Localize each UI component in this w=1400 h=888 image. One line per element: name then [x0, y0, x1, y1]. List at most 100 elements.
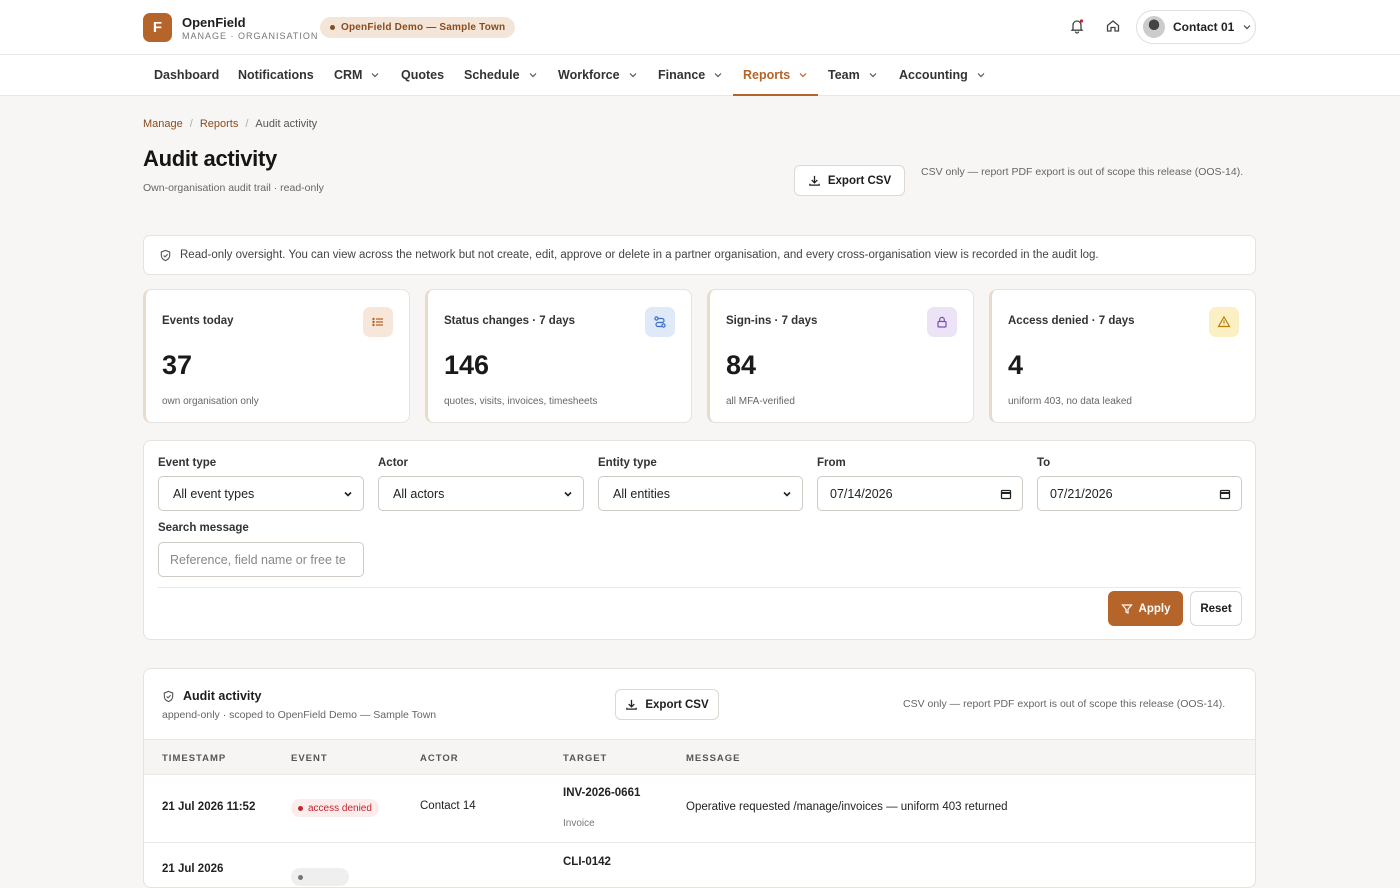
stat-foot: quotes, visits, invoices, timesheets — [444, 396, 598, 407]
nav-accounting[interactable]: Accounting — [899, 55, 986, 95]
stat-label: Status changes · 7 days — [444, 315, 576, 327]
to-date-input[interactable]: 07/21/2026 — [1037, 476, 1242, 511]
nav-quotes[interactable]: Quotes — [401, 55, 444, 95]
nav-label: CRM — [334, 68, 363, 82]
user-menu[interactable]: Contact 01 — [1136, 10, 1256, 44]
stat-value: 146 — [444, 350, 490, 380]
col-timestamp[interactable]: TIMESTAMP — [162, 753, 226, 764]
table-title-text: Audit activity — [183, 689, 262, 703]
main-nav: Dashboard Notifications CRM Quotes Sched… — [0, 55, 1400, 96]
breadcrumb-manage[interactable]: Manage — [143, 118, 183, 130]
row-message: Operative requested /manage/invoices — u… — [686, 801, 1008, 813]
top-bar: F OpenField MANAGE · ORGANISATION OpenFi… — [0, 0, 1400, 55]
event-badge-label: access denied — [308, 802, 372, 814]
audit-table-panel: Audit activity append-only · scoped to O… — [143, 668, 1256, 888]
row-target[interactable]: CLI-0142 — [563, 856, 611, 868]
download-icon — [809, 175, 820, 186]
nav-label: Dashboard — [154, 68, 220, 82]
actor-select[interactable]: All actors — [378, 476, 584, 511]
brand-subtitle: MANAGE · ORGANISATION — [182, 30, 319, 41]
chevron-down-icon — [977, 73, 985, 78]
to-date-value: 07/21/2026 — [1050, 486, 1113, 501]
list-icon — [363, 307, 393, 337]
from-date-input[interactable]: 07/14/2026 — [817, 476, 1023, 511]
stat-card-sign-ins: Sign-ins · 7 days 84 all MFA-verified — [707, 289, 974, 423]
nav-team[interactable]: Team — [828, 55, 878, 95]
brand-name: OpenField — [182, 14, 246, 30]
chevron-down-icon — [799, 73, 807, 78]
stat-value: 37 — [162, 350, 193, 380]
event-badge — [291, 868, 349, 886]
filter-icon — [1120, 603, 1133, 614]
stat-label: Access denied · 7 days — [1008, 315, 1135, 327]
download-icon — [626, 699, 638, 710]
home-icon[interactable] — [1104, 17, 1122, 35]
nav-workforce[interactable]: Workforce — [558, 55, 638, 95]
breadcrumb: Manage / Reports / Audit activity — [143, 118, 317, 130]
stat-label: Events today — [162, 315, 234, 327]
table-row[interactable]: 21 Jul 2026 CLI-0142 — [144, 844, 1255, 887]
event-type-label: Event type — [158, 457, 217, 469]
row-target[interactable]: INV-2026-0661 — [563, 787, 640, 799]
shield-icon — [160, 249, 171, 261]
col-message[interactable]: MESSAGE — [686, 753, 741, 764]
nav-schedule[interactable]: Schedule — [464, 55, 538, 95]
event-type-select[interactable]: All event types — [158, 476, 364, 511]
export-csv-button[interactable]: Export CSV — [794, 165, 905, 196]
nav-label: Finance — [658, 68, 706, 82]
entity-type-label: Entity type — [598, 457, 657, 469]
reset-button[interactable]: Reset — [1190, 591, 1242, 626]
table-subtitle: append-only · scoped to OpenField Demo —… — [162, 709, 437, 721]
table-title: Audit activity — [162, 689, 262, 703]
table-row[interactable]: 21 Jul 2026 11:52 access denied Contact … — [144, 775, 1255, 843]
chevron-down-icon — [564, 491, 572, 497]
avatar — [1143, 16, 1165, 38]
calendar-icon[interactable] — [1000, 488, 1012, 500]
col-target[interactable]: TARGET — [563, 753, 607, 764]
calendar-icon[interactable] — [1219, 488, 1231, 500]
filters-divider — [158, 587, 1241, 588]
chevron-down-icon — [372, 73, 379, 78]
stat-value: 84 — [726, 350, 757, 380]
brand[interactable]: F OpenField MANAGE · ORGANISATION — [143, 13, 318, 42]
page-subtitle: Own-organisation audit trail · read-only — [143, 182, 324, 194]
stat-foot: uniform 403, no data leaked — [1008, 396, 1132, 407]
table-export-csv-button[interactable]: Export CSV — [615, 689, 719, 720]
stat-value: 4 — [1008, 350, 1024, 380]
banner-text: Read-only oversight. You can view across… — [180, 249, 1099, 261]
search-input[interactable]: Reference, field name or free te — [158, 542, 364, 577]
nav-label: Quotes — [401, 68, 445, 82]
tenant-dot-icon — [330, 25, 335, 30]
export-csv-label: Export CSV — [827, 174, 892, 187]
stat-label: Sign-ins · 7 days — [726, 315, 818, 327]
event-badge: access denied — [291, 799, 379, 817]
nav-crm[interactable]: CRM — [334, 55, 380, 95]
export-note: CSV only — report PDF export is out of s… — [921, 166, 1244, 178]
from-date-value: 07/14/2026 — [830, 486, 893, 501]
entity-type-select[interactable]: All entities — [598, 476, 803, 511]
row-timestamp: 21 Jul 2026 11:52 — [162, 801, 256, 813]
table-export-note: CSV only — report PDF export is out of s… — [903, 698, 1226, 710]
search-placeholder: Reference, field name or free te — [170, 552, 346, 567]
col-actor[interactable]: ACTOR — [420, 753, 459, 764]
nav-dashboard[interactable]: Dashboard — [154, 55, 219, 95]
stat-card-access-denied: Access denied · 7 days 4 uniform 403, no… — [989, 289, 1256, 423]
nav-reports[interactable]: Reports — [732, 55, 819, 96]
nav-notifications[interactable]: Notifications — [238, 55, 314, 95]
reset-label: Reset — [1200, 602, 1232, 615]
search-label: Search message — [158, 522, 249, 534]
row-timestamp: 21 Jul 2026 — [162, 863, 224, 875]
col-event[interactable]: EVENT — [291, 753, 328, 764]
actor-label: Actor — [378, 457, 409, 469]
nav-label: Reports — [743, 68, 791, 82]
stat-card-events-today: Events today 37 own organisation only — [143, 289, 410, 423]
tenant-pill: OpenField Demo — Sample Town — [320, 17, 516, 38]
nav-finance[interactable]: Finance — [658, 55, 723, 95]
page-title: Audit activity — [143, 146, 277, 171]
nav-label: Workforce — [558, 68, 620, 82]
breadcrumb-reports[interactable]: Reports — [200, 118, 239, 130]
bell-icon[interactable] — [1068, 17, 1086, 35]
table-export-label: Export CSV — [645, 698, 709, 711]
apply-button[interactable]: Apply — [1108, 591, 1183, 626]
stat-foot: all MFA-verified — [726, 396, 795, 407]
